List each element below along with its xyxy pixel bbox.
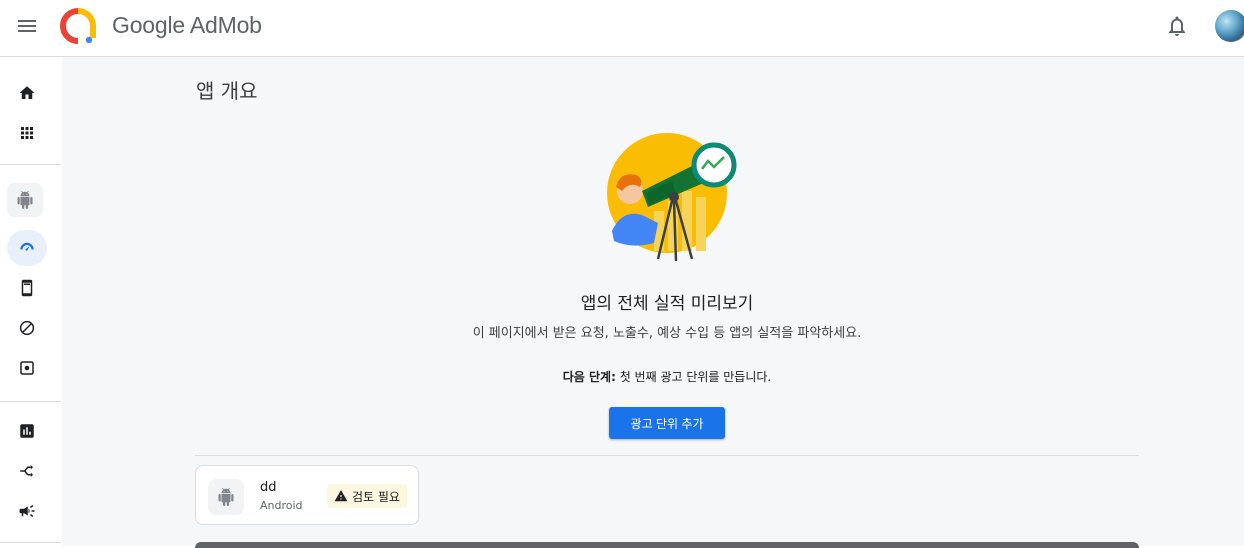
brand-name: Google AdMob bbox=[112, 12, 262, 38]
nav-divider bbox=[0, 164, 61, 165]
account-avatar[interactable] bbox=[1215, 10, 1244, 42]
admob-logo[interactable] bbox=[60, 8, 96, 44]
mediation-icon[interactable] bbox=[7, 453, 47, 489]
next-step-label: 다음 단계: bbox=[562, 370, 616, 384]
hamburger-menu-icon[interactable] bbox=[16, 17, 38, 35]
app-platform: Android bbox=[260, 499, 303, 512]
app-card[interactable]: dd Android 검토 필요 bbox=[195, 465, 419, 525]
side-navigation bbox=[0, 57, 62, 546]
hero-title: 앱의 전체 실적 미리보기 bbox=[580, 294, 754, 314]
bell-icon[interactable] bbox=[1165, 14, 1189, 38]
bottom-panel-edge bbox=[195, 542, 1139, 548]
status-badge-label: 검토 필요 bbox=[352, 489, 400, 504]
hero-subtitle: 이 페이지에서 받은 요청, 노출수, 예상 수입 등 앱의 실적을 파악하세요… bbox=[472, 326, 862, 341]
add-ad-unit-button[interactable]: 광고 단위 추가 bbox=[609, 407, 725, 439]
ad-units-icon[interactable] bbox=[7, 270, 47, 306]
main-content: 앱 개요 앱의 전체 실적 미리보기 이 페이지에서 받은 요청, 노출수, 예… bbox=[62, 57, 1244, 548]
apps-grid-icon[interactable] bbox=[7, 115, 47, 151]
reports-icon[interactable] bbox=[7, 413, 47, 449]
dashboard-gauge-icon[interactable] bbox=[7, 230, 47, 266]
telescope-illustration bbox=[607, 133, 737, 262]
nav-divider bbox=[0, 542, 61, 543]
nav-divider bbox=[0, 401, 61, 402]
android-app-icon[interactable] bbox=[7, 183, 43, 217]
campaigns-icon[interactable] bbox=[7, 493, 47, 529]
top-app-bar: Google AdMob bbox=[0, 0, 1244, 57]
warning-icon bbox=[334, 490, 348, 502]
home-icon[interactable] bbox=[7, 75, 47, 111]
section-divider bbox=[195, 455, 1139, 456]
app-settings-icon[interactable] bbox=[7, 350, 47, 386]
page-title: 앱 개요 bbox=[196, 79, 258, 103]
next-step-description: 첫 번째 광고 단위를 만듭니다. bbox=[615, 370, 772, 384]
blocking-controls-icon[interactable] bbox=[7, 310, 47, 346]
status-badge[interactable]: 검토 필요 bbox=[327, 484, 407, 508]
android-icon bbox=[208, 479, 244, 515]
app-name: dd bbox=[260, 480, 277, 495]
next-step-text: 다음 단계: 첫 번째 광고 단위를 만듭니다. bbox=[62, 368, 1244, 385]
